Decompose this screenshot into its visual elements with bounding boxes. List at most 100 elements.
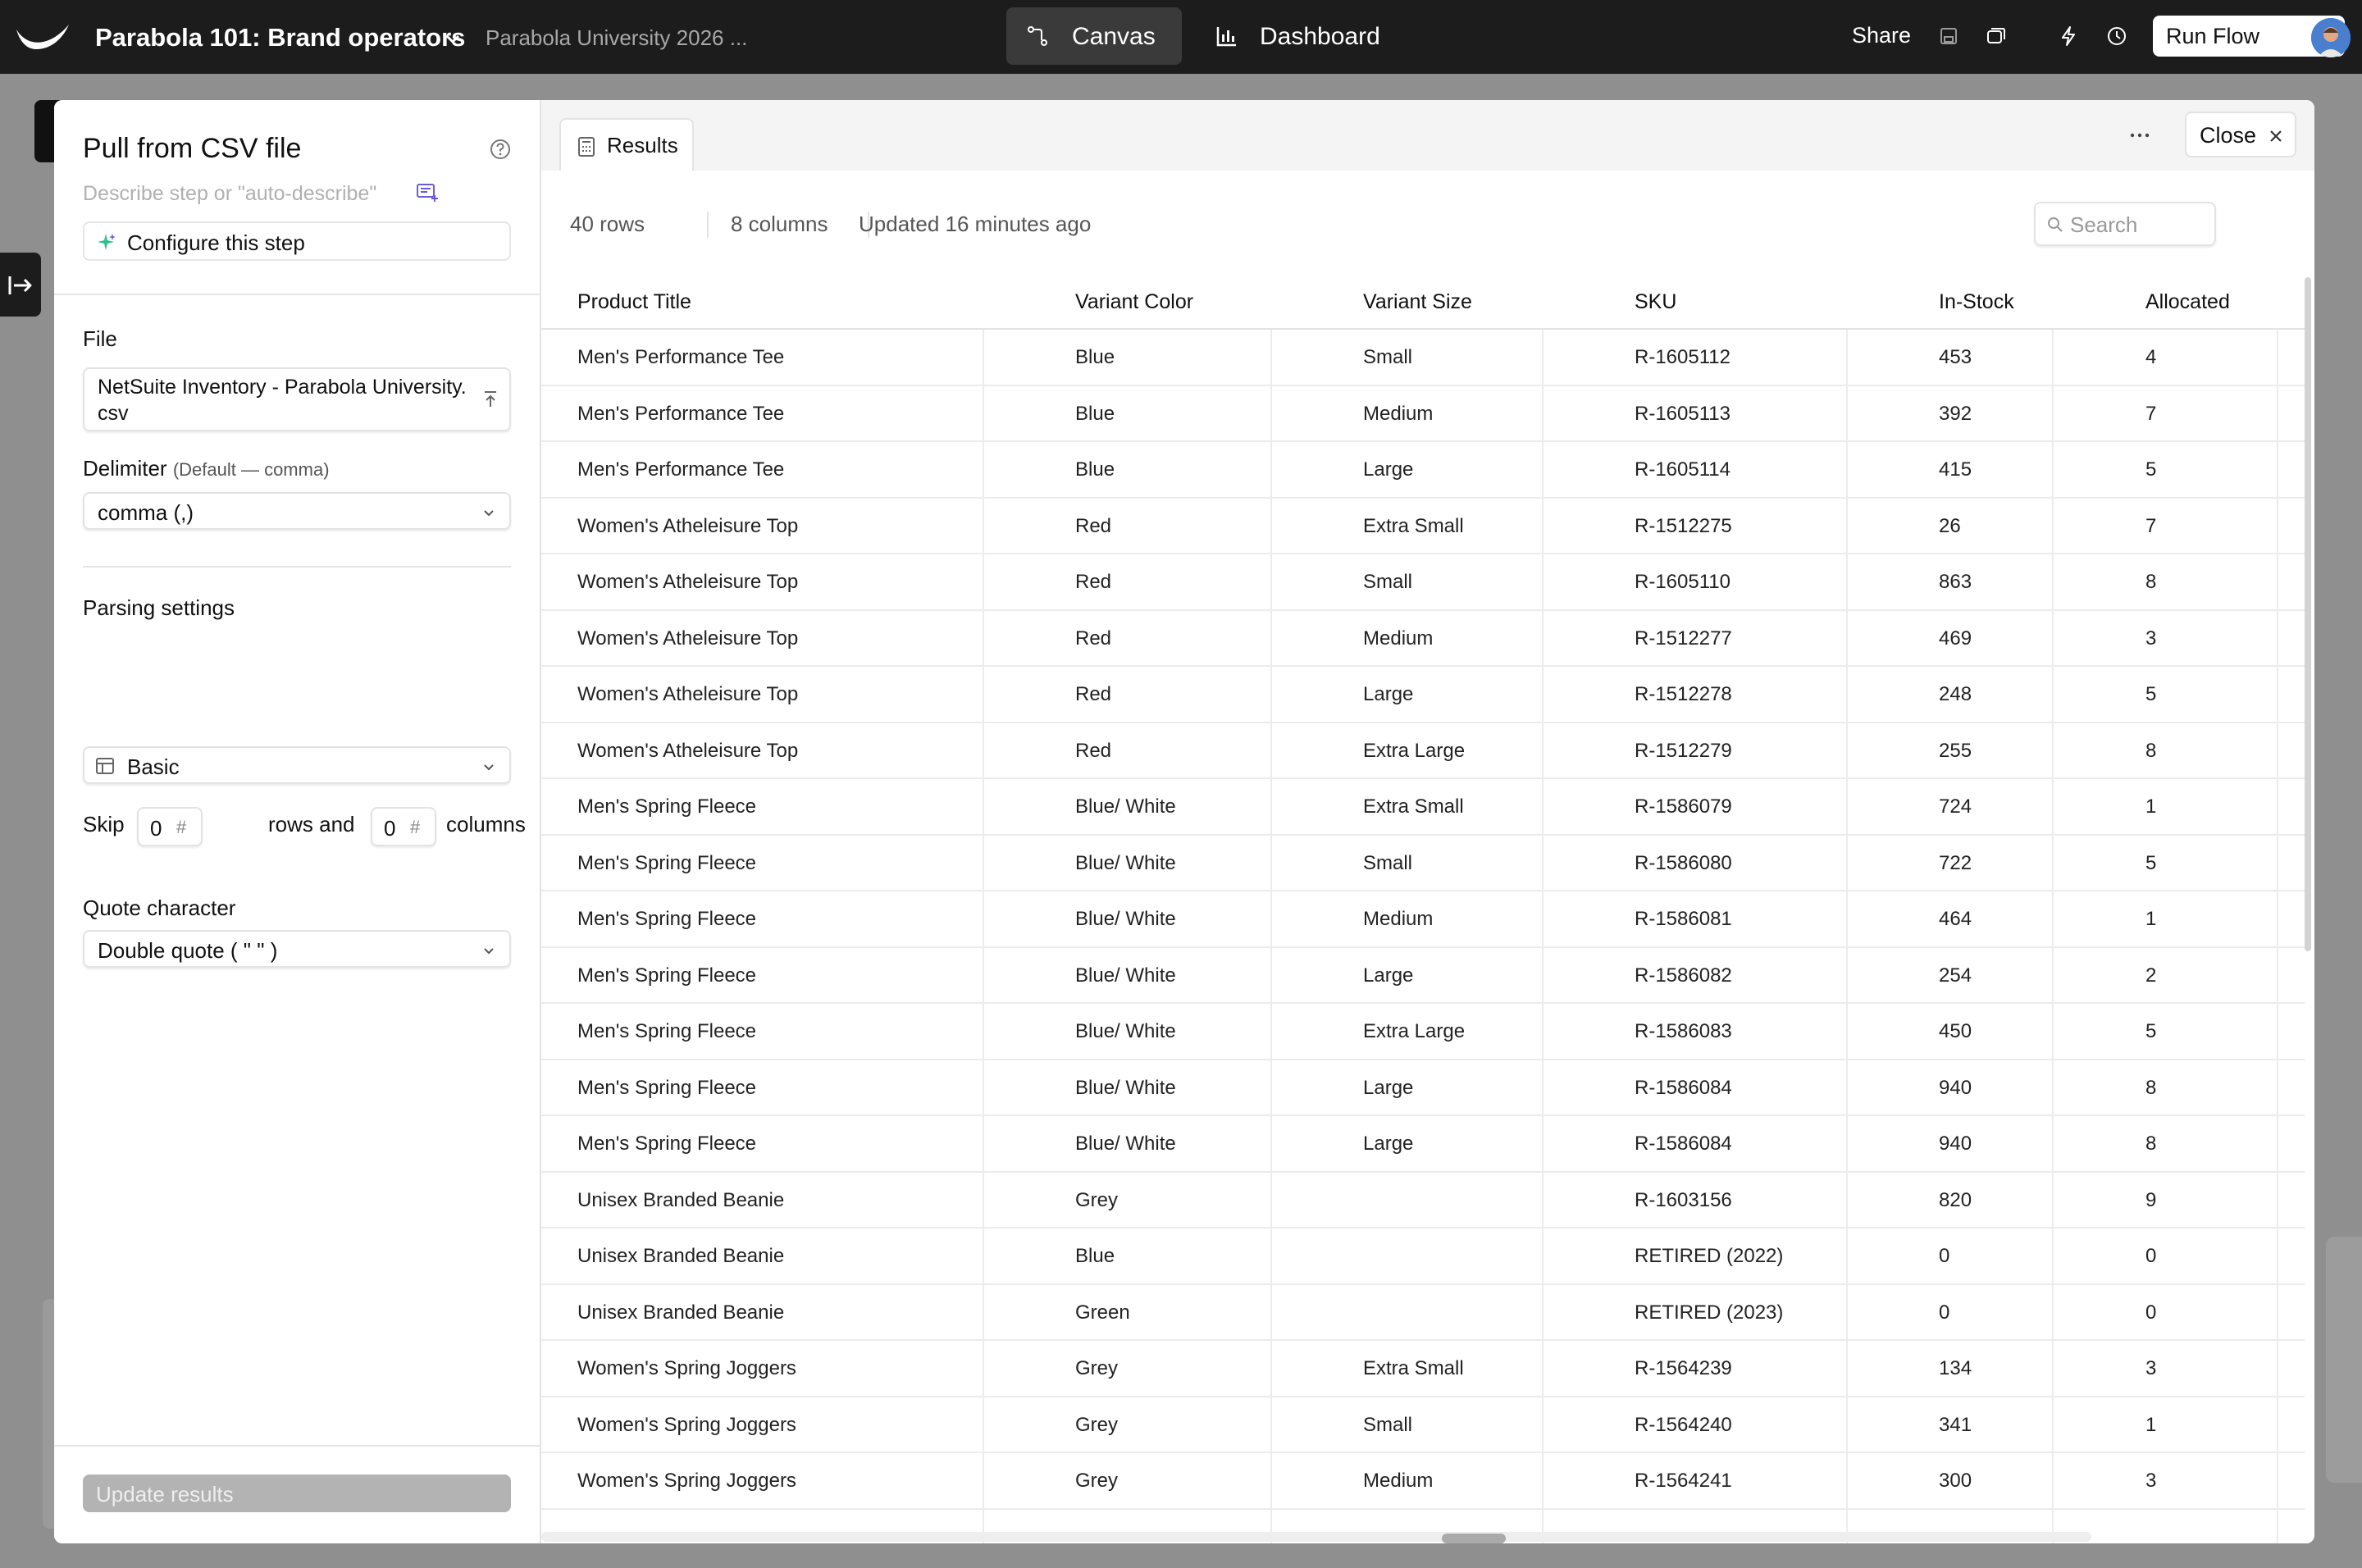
column-header[interactable]: In-Stock <box>1939 290 2014 314</box>
table-cell[interactable]: Large <box>1363 458 1413 481</box>
table-cell[interactable]: 1 <box>2145 795 2156 818</box>
table-cell[interactable]: Red <box>1075 627 1111 650</box>
table-cell[interactable]: 248 <box>1939 683 1972 706</box>
table-cell[interactable]: R-1605114 <box>1635 458 1730 481</box>
table-row[interactable]: Men's Performance Tee Blue Large R-1605114 4… <box>541 442 2305 499</box>
table-cell[interactable]: Green <box>1075 1301 1130 1324</box>
table-row[interactable]: Unisex Branded Beanie Blue RETIRED (2022) 0… <box>541 1228 2305 1285</box>
project-title[interactable]: Parabola 101: Brand operators <box>95 23 465 52</box>
versions-icon[interactable] <box>1985 25 2008 48</box>
table-cell[interactable]: 9 <box>2145 1189 2156 1212</box>
table-row[interactable]: Men's Spring Fleece Blue/ White Large R-158… <box>541 1116 2305 1173</box>
table-cell[interactable]: 8 <box>2145 1077 2156 1100</box>
table-cell[interactable]: Men's Spring Fleece <box>577 795 756 818</box>
table-row[interactable]: Men's Spring Fleece Blue/ White Extra Larg… <box>541 1004 2305 1060</box>
search-field[interactable] <box>2034 202 2216 246</box>
table-cell[interactable]: Large <box>1363 964 1413 987</box>
table-cell[interactable]: Blue/ White <box>1075 795 1176 818</box>
table-row[interactable]: Unisex Branded Beanie Grey R-1603156 820 9 <box>541 1173 2305 1228</box>
table-cell[interactable]: 722 <box>1939 852 1972 875</box>
table-cell[interactable]: Men's Performance Tee <box>577 458 784 481</box>
table-row[interactable]: Unisex Branded Beanie Green RETIRED (2023)… <box>541 1285 2305 1341</box>
table-cell[interactable]: 392 <box>1939 403 1972 426</box>
table-cell[interactable]: Women's Atheleisure Top <box>577 683 798 706</box>
table-cell[interactable]: Men's Spring Fleece <box>577 1020 756 1043</box>
table-cell[interactable]: 469 <box>1939 627 1972 650</box>
table-cell[interactable]: Women's Atheleisure Top <box>577 515 798 538</box>
update-results-button[interactable]: Update results <box>83 1475 511 1512</box>
table-cell[interactable]: RETIRED (2023) <box>1635 1301 1783 1324</box>
table-cell[interactable]: Grey <box>1075 1189 1118 1212</box>
table-cell[interactable]: Men's Spring Fleece <box>577 908 756 931</box>
table-cell[interactable]: Men's Spring Fleece <box>577 1133 756 1155</box>
table-cell[interactable]: 8 <box>2145 571 2156 594</box>
table-cell[interactable]: Blue <box>1075 1245 1115 1268</box>
table-cell[interactable]: 415 <box>1939 458 1972 481</box>
table-cell[interactable]: Blue/ White <box>1075 1077 1176 1100</box>
table-cell[interactable]: 450 <box>1939 1020 1972 1043</box>
table-cell[interactable]: 0 <box>2145 1301 2156 1324</box>
table-cell[interactable]: Grey <box>1075 1414 1118 1437</box>
more-options-icon[interactable] <box>2127 130 2152 141</box>
table-cell[interactable]: Small <box>1363 571 1412 594</box>
table-cell[interactable]: 0 <box>1939 1245 1949 1268</box>
step-title[interactable]: Pull from CSV file <box>83 133 301 165</box>
table-cell[interactable]: Women's Spring Joggers <box>577 1414 796 1437</box>
table-cell[interactable]: Blue/ White <box>1075 964 1176 987</box>
table-cell[interactable]: R-1512278 <box>1635 683 1732 706</box>
table-cell[interactable]: 5 <box>2145 852 2156 875</box>
table-cell[interactable]: Unisex Branded Beanie <box>577 1189 784 1212</box>
column-header[interactable]: SKU <box>1635 290 1676 314</box>
table-cell[interactable]: 3 <box>2145 1470 2156 1493</box>
table-cell[interactable]: 4 <box>2145 346 2156 369</box>
delimiter-select[interactable]: comma (,) <box>83 492 511 530</box>
table-cell[interactable]: R-1512279 <box>1635 740 1732 763</box>
table-cell[interactable]: 0 <box>2145 1245 2156 1268</box>
table-cell[interactable]: Extra Large <box>1363 740 1465 763</box>
table-cell[interactable]: 2 <box>2145 964 2156 987</box>
table-cell[interactable]: RETIRED (2022) <box>1635 1245 1783 1268</box>
table-cell[interactable]: R-1564239 <box>1635 1357 1732 1380</box>
table-cell[interactable]: 0 <box>1939 1301 1949 1324</box>
file-picker[interactable]: NetSuite Inventory - Parabola University… <box>83 367 511 431</box>
table-row[interactable]: Women's Spring Joggers Grey Extra Small R-1… <box>541 1341 2305 1397</box>
table-cell[interactable]: 940 <box>1939 1077 1972 1100</box>
tab-results[interactable]: Results <box>559 118 694 171</box>
table-cell[interactable]: 5 <box>2145 458 2156 481</box>
table-cell[interactable]: 3 <box>2145 1357 2156 1380</box>
avatar[interactable] <box>2311 18 2351 57</box>
table-cell[interactable]: 254 <box>1939 964 1972 987</box>
table-cell[interactable]: R-1512277 <box>1635 627 1732 650</box>
table-cell[interactable]: R-1512275 <box>1635 515 1732 538</box>
column-header[interactable]: Allocated <box>2145 290 2230 314</box>
table-cell[interactable]: Women's Atheleisure Top <box>577 571 798 594</box>
table-cell[interactable]: 724 <box>1939 795 1972 818</box>
table-cell[interactable]: Extra Small <box>1363 1357 1464 1380</box>
vertical-scrollbar[interactable] <box>2305 277 2311 951</box>
parsing-settings-select[interactable]: Basic <box>83 746 511 784</box>
table-cell[interactable]: Medium <box>1363 403 1433 426</box>
table-cell[interactable]: R-1586079 <box>1635 795 1732 818</box>
table-cell[interactable]: Women's Atheleisure Top <box>577 627 798 650</box>
table-cell[interactable]: R-1586084 <box>1635 1077 1732 1100</box>
table-cell[interactable]: Small <box>1363 346 1412 369</box>
table-cell[interactable]: Men's Performance Tee <box>577 403 784 426</box>
table-cell[interactable]: Large <box>1363 683 1413 706</box>
table-row[interactable]: Men's Performance Tee Blue Medium R-1605113… <box>541 386 2305 442</box>
tab-dashboard[interactable]: Dashboard <box>1206 7 1419 65</box>
table-row[interactable]: Women's Spring Joggers Grey Medium R-156424… <box>541 1453 2305 1510</box>
table-cell[interactable]: 341 <box>1939 1414 1972 1437</box>
table-row[interactable]: Women's Atheleisure Top Red Small R-1605110… <box>541 554 2305 611</box>
search-input[interactable] <box>2070 212 2209 238</box>
column-header[interactable]: Variant Color <box>1075 290 1193 314</box>
table-cell[interactable]: R-1586083 <box>1635 1020 1732 1043</box>
table-cell[interactable]: 940 <box>1939 1133 1972 1155</box>
table-cell[interactable]: Blue <box>1075 403 1115 426</box>
table-cell[interactable]: 453 <box>1939 346 1972 369</box>
table-row[interactable]: Women's Atheleisure Top Red Medium R-151227… <box>541 611 2305 667</box>
project-subtitle[interactable]: Parabola University 2026 ... <box>486 25 747 51</box>
expand-sidebar-button[interactable] <box>0 253 41 317</box>
table-cell[interactable]: 1 <box>2145 908 2156 931</box>
describe-step-input[interactable]: Describe step or "auto-describe" <box>83 182 376 206</box>
table-cell[interactable]: 7 <box>2145 515 2156 538</box>
